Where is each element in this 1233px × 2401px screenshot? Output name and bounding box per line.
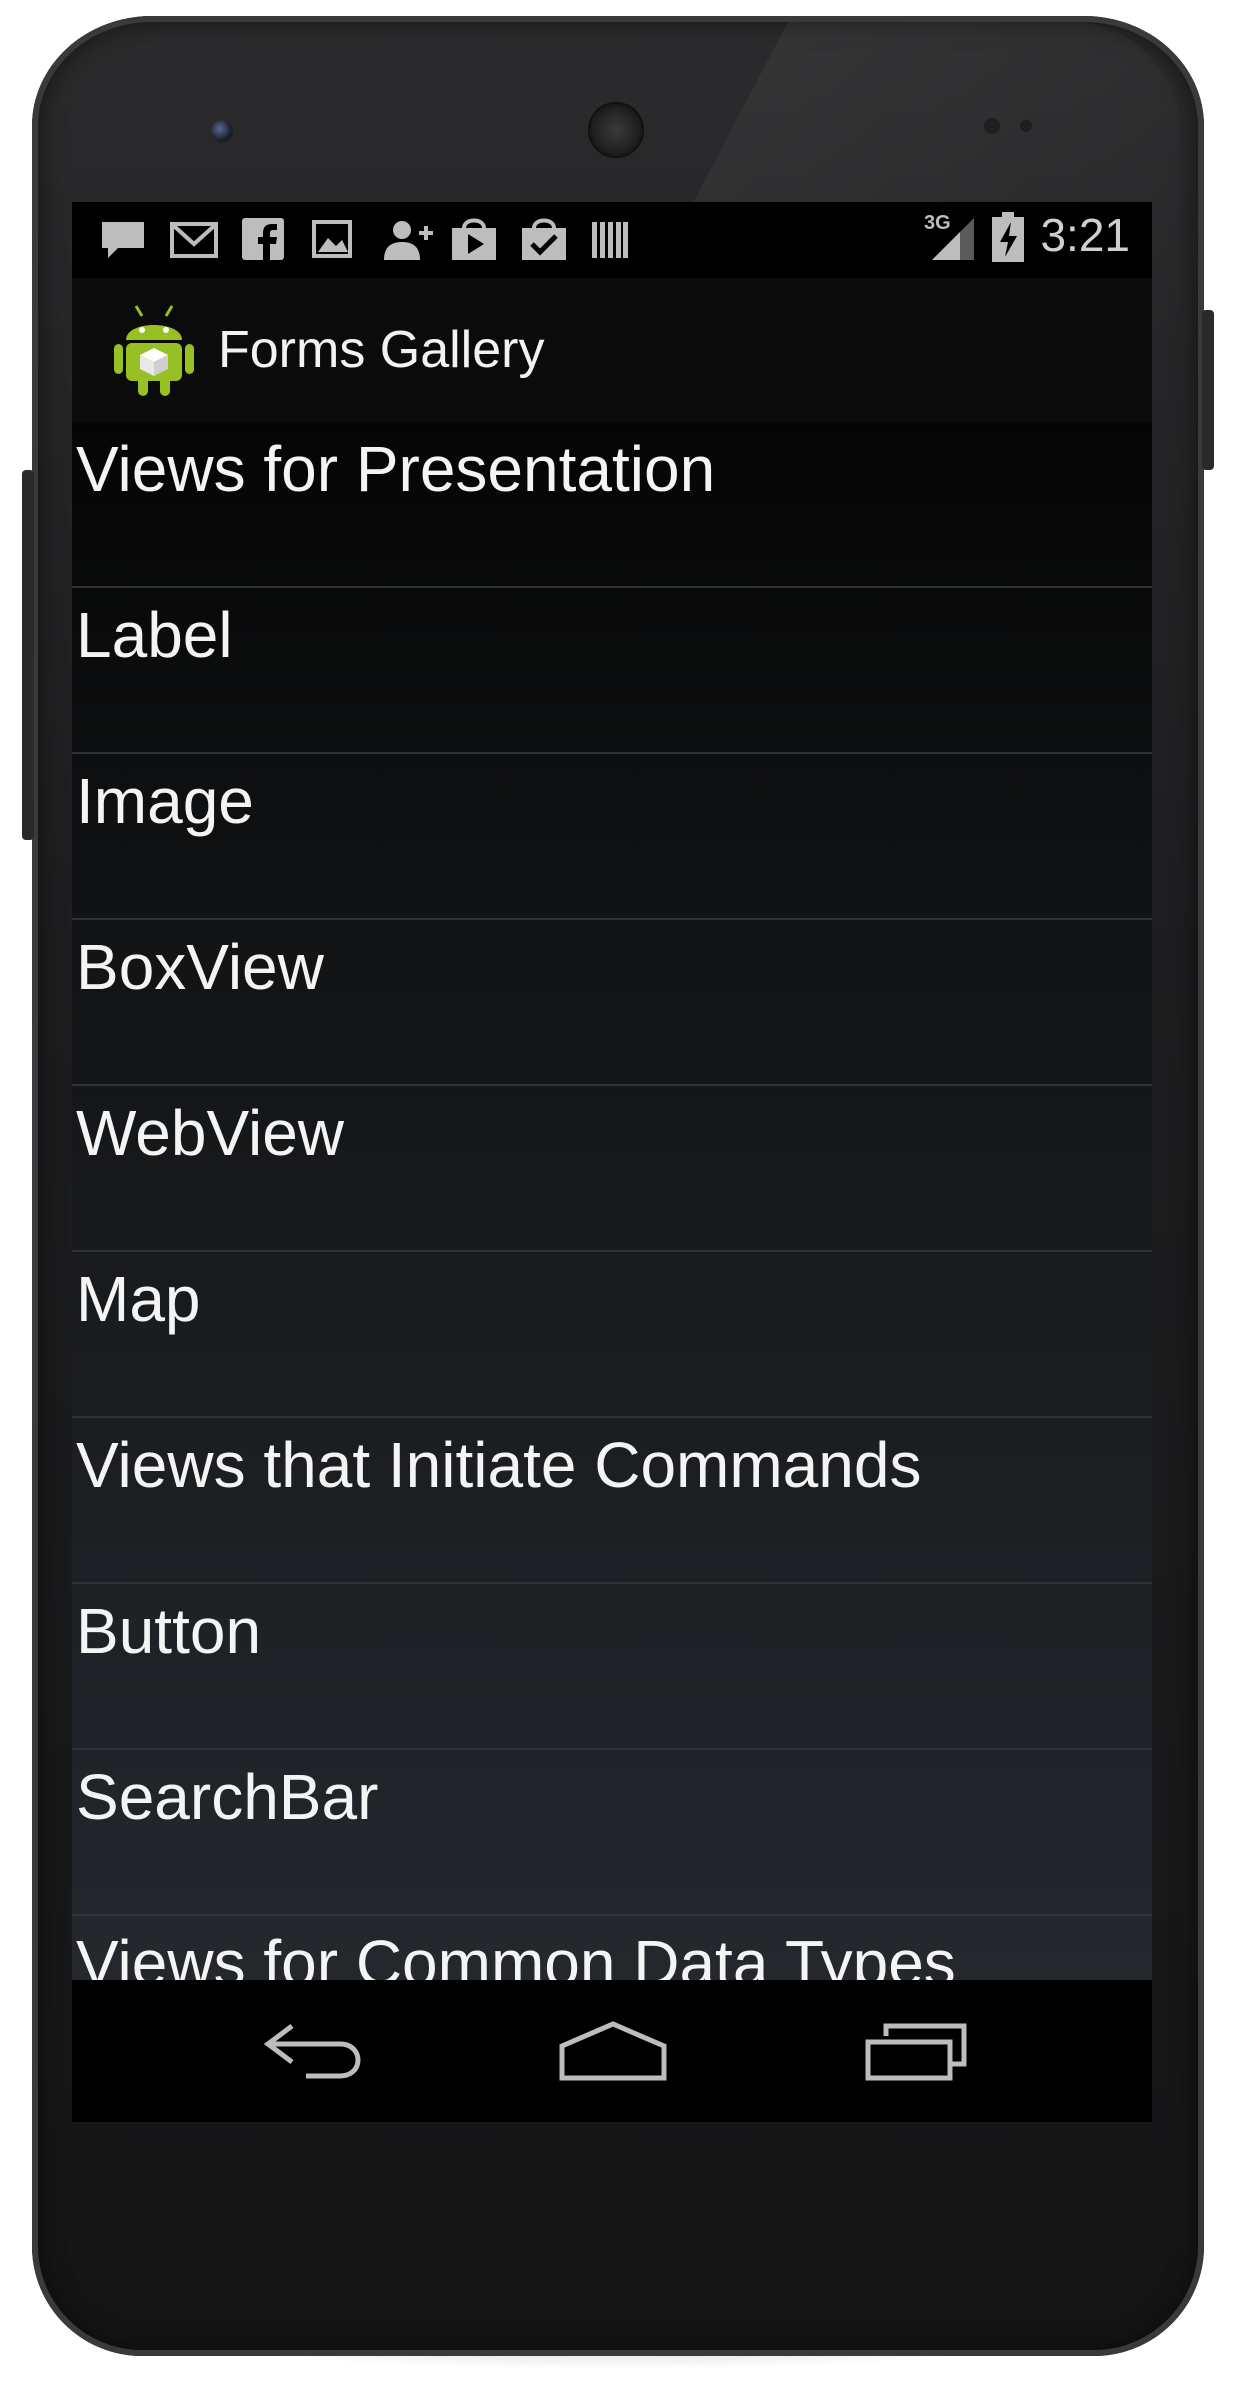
list-item-label: Button — [76, 1595, 262, 1667]
list-item-label: Label — [76, 599, 233, 671]
app-title: Forms Gallery — [218, 321, 545, 379]
list-item-label: Views for Common Data Types — [76, 1927, 956, 1980]
front-camera — [211, 120, 233, 142]
navigation-bar — [72, 1980, 1152, 2122]
list-item-webview[interactable]: WebView — [72, 1086, 1152, 1252]
list-item-label: SearchBar — [76, 1761, 379, 1833]
back-icon[interactable] — [262, 2020, 362, 2082]
power-button — [1202, 310, 1214, 470]
light-sensor — [1020, 120, 1032, 132]
store-update-icon — [522, 218, 566, 260]
action-bar: Forms Gallery — [72, 278, 1152, 422]
list-item-views-for-common-data-types[interactable]: Views for Common Data Types — [72, 1916, 1152, 1980]
clock: 3:21 — [1040, 209, 1130, 261]
list-item-label: WebView — [76, 1097, 344, 1169]
list-item-views-for-presentation[interactable]: Views for Presentation — [72, 422, 1152, 588]
signal-icon — [932, 218, 974, 260]
list-item-label: Map — [76, 1263, 201, 1335]
list-item-label: Image — [76, 765, 254, 837]
list-item-searchbar[interactable]: SearchBar — [72, 1750, 1152, 1916]
list-item-button[interactable]: Button — [72, 1584, 1152, 1750]
home-icon[interactable] — [558, 2020, 668, 2082]
gmail-icon — [170, 222, 218, 258]
list-item-label-view[interactable]: Label — [72, 588, 1152, 754]
add-contact-icon — [384, 221, 433, 260]
gallery-icon — [312, 220, 352, 258]
android-icon[interactable] — [112, 302, 196, 398]
list-item-map[interactable]: Map — [72, 1252, 1152, 1418]
gallery-list[interactable]: Views for Presentation Label Image BoxVi… — [72, 422, 1152, 1980]
list-item-label: Views that Initiate Commands — [76, 1429, 922, 1501]
chat-icon — [102, 222, 144, 258]
status-bar: 3G 3:21 — [72, 202, 1152, 278]
list-item-views-that-initiate-commands[interactable]: Views that Initiate Commands — [72, 1418, 1152, 1584]
list-item-boxview[interactable]: BoxView — [72, 920, 1152, 1086]
screen: 3G 3:21 Forms Gallery Views for Presenta… — [72, 202, 1152, 2122]
list-item-label: BoxView — [76, 931, 324, 1003]
recents-icon[interactable] — [864, 2020, 968, 2082]
facebook-icon — [242, 218, 284, 260]
battery-charging-icon — [992, 212, 1024, 262]
earpiece-speaker — [588, 102, 644, 158]
barcode-icon — [592, 222, 628, 258]
play-store-icon — [452, 218, 496, 260]
volume-button — [22, 470, 34, 840]
proximity-sensor — [984, 118, 1000, 134]
list-item-label: Views for Presentation — [76, 433, 716, 505]
list-item-image[interactable]: Image — [72, 754, 1152, 920]
